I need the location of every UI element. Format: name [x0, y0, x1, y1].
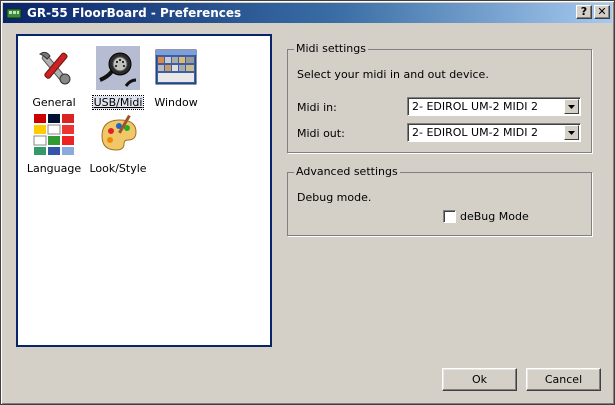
category-look-style[interactable]: Look/Style	[86, 112, 150, 178]
category-label: General	[32, 96, 76, 109]
midi-settings-title: Midi settings	[294, 42, 368, 55]
help-button[interactable]: ?	[576, 5, 592, 19]
app-icon	[6, 8, 22, 19]
chevron-down-icon[interactable]	[564, 99, 579, 114]
debug-mode-checkbox[interactable]	[443, 210, 456, 223]
title-bar[interactable]: GR-55 FloorBoard - Preferences ? ✕	[3, 3, 612, 23]
category-label: USB/Midi	[91, 95, 145, 110]
category-label: Language	[26, 162, 82, 175]
advanced-settings-group: Advanced settings Debug mode. deBug Mode	[287, 165, 592, 236]
category-language[interactable]: Language	[22, 112, 86, 178]
midi-settings-description: Select your midi in and out device.	[297, 68, 489, 81]
midi-in-label: Midi in:	[297, 101, 337, 114]
chevron-down-icon[interactable]	[564, 125, 579, 140]
window-screenshot-icon	[155, 49, 197, 85]
midi-in-value: 2- EDIROL UM-2 MIDI 2	[412, 100, 539, 113]
category-list[interactable]: General USB/Midi Window Language Look/St…	[16, 34, 272, 347]
tools-icon	[38, 51, 71, 85]
category-usb-midi[interactable]: USB/Midi	[86, 46, 150, 112]
midi-in-select[interactable]: 2- EDIROL UM-2 MIDI 2	[407, 97, 581, 116]
category-general[interactable]: General	[22, 46, 86, 112]
flags-icon	[33, 114, 74, 155]
midi-out-value: 2- EDIROL UM-2 MIDI 2	[412, 126, 539, 139]
cancel-button[interactable]: Cancel	[526, 368, 601, 391]
preferences-dialog: GR-55 FloorBoard - Preferences ? ✕ Gener…	[0, 0, 615, 405]
category-label: Look/Style	[89, 162, 147, 175]
ok-button[interactable]: Ok	[442, 368, 517, 391]
midi-out-select[interactable]: 2- EDIROL UM-2 MIDI 2	[407, 123, 581, 142]
debug-mode-checkbox-label[interactable]: deBug Mode	[460, 210, 529, 223]
debug-mode-description: Debug mode.	[297, 191, 372, 204]
midi-out-label: Midi out:	[297, 127, 345, 140]
window-title: GR-55 FloorBoard - Preferences	[27, 6, 242, 20]
category-window[interactable]: Window	[144, 46, 208, 112]
close-button[interactable]: ✕	[594, 5, 610, 19]
advanced-settings-title: Advanced settings	[294, 165, 400, 178]
category-label: Window	[154, 96, 198, 109]
midi-cable-icon	[96, 46, 140, 90]
midi-settings-group: Midi settings Select your midi in and ou…	[287, 42, 592, 153]
paint-palette-icon	[101, 114, 137, 151]
